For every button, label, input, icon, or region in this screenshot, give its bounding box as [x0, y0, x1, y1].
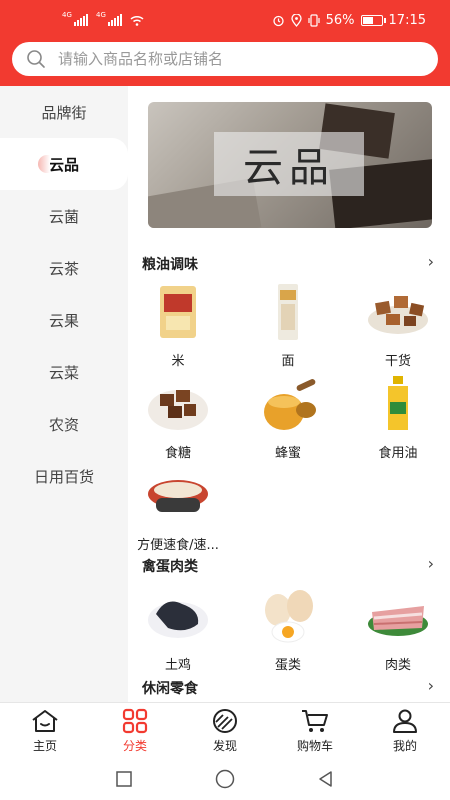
- system-nav-bar: [0, 758, 450, 800]
- battery-percent: 56%: [325, 12, 355, 28]
- category-item-honey[interactable]: 蜂蜜: [238, 372, 338, 461]
- category-item-dry-goods[interactable]: 干货: [348, 280, 448, 369]
- sidebar-item-label: 品牌街: [41, 103, 87, 122]
- instant-food-image: [146, 464, 210, 528]
- category-item-instant-food[interactable]: 方便速食/速...: [128, 464, 228, 553]
- banner-label: 云品: [243, 145, 335, 191]
- nav-category[interactable]: 分类: [90, 703, 180, 758]
- chevron-right-icon[interactable]: ›: [428, 252, 434, 271]
- category-item-chicken[interactable]: 土鸡: [128, 584, 228, 673]
- sidebar-item-yunguo[interactable]: 云果: [0, 294, 128, 346]
- search-icon: [27, 50, 45, 68]
- category-item-noodles[interactable]: 面: [238, 280, 338, 369]
- recents-button[interactable]: [114, 769, 134, 789]
- oil-bottle-image: [366, 372, 430, 436]
- nav-profile[interactable]: 我的: [360, 703, 450, 758]
- status-bar: 4G 4G 56% 17:15: [0, 0, 450, 40]
- sidebar-item-yuncha[interactable]: 云茶: [0, 242, 128, 294]
- nav-label: 分类: [122, 738, 147, 753]
- section-title: 粮油调味: [142, 257, 198, 273]
- sidebar-item-brand-street[interactable]: 品牌街: [0, 86, 128, 138]
- nav-label: 发现: [212, 738, 237, 753]
- sidebar-item-label: 云果: [48, 311, 79, 330]
- section-title: 禽蛋肉类: [142, 559, 198, 575]
- sidebar-item-label: 云菜: [48, 363, 79, 382]
- sidebar-item-label: 云品: [48, 155, 79, 174]
- category-item-label: 食用油: [378, 446, 418, 461]
- nav-cart[interactable]: 购物车: [270, 703, 360, 758]
- category-item-label: 食糖: [164, 446, 191, 461]
- category-item-label: 方便速食/速...: [137, 538, 219, 553]
- wifi-icon: [130, 15, 144, 26]
- category-content: 云品 粮油调味 › 米 面 干货 食糖 蜂蜜 食用油 方便速食/速... 禽蛋肉…: [128, 86, 450, 702]
- category-item-rice[interactable]: 米: [128, 280, 228, 369]
- discover-icon: [213, 708, 237, 733]
- category-item-label: 干货: [384, 354, 411, 369]
- sugar-image: [146, 372, 210, 436]
- user-icon: [393, 709, 417, 733]
- category-grid-icon: [122, 708, 148, 733]
- sidebar-item-yuncai[interactable]: 云菜: [0, 346, 128, 398]
- nav-label: 主页: [32, 738, 57, 753]
- noodles-pack-image: [256, 280, 320, 344]
- nav-home[interactable]: 主页: [0, 703, 90, 758]
- home-button[interactable]: [214, 768, 236, 790]
- category-item-label: 米: [171, 354, 185, 369]
- sidebar-item-label: 日用百货: [33, 467, 94, 486]
- signal-icon-2: 4G: [96, 11, 122, 26]
- section-title: 休闲零食: [142, 681, 198, 697]
- meat-image: [366, 584, 430, 648]
- sidebar-item-yunpin[interactable]: 云品: [0, 138, 128, 190]
- rice-bag-image: [146, 280, 210, 344]
- back-button[interactable]: [316, 769, 336, 789]
- battery-icon: [360, 14, 386, 26]
- nav-label: 购物车: [296, 738, 333, 753]
- home-icon: [32, 709, 58, 732]
- sidebar-item-nongzi[interactable]: 农资: [0, 398, 128, 450]
- search-input[interactable]: [58, 50, 398, 68]
- chevron-right-icon[interactable]: ›: [428, 554, 434, 573]
- alarm-icon: [272, 15, 284, 26]
- nav-discover[interactable]: 发现: [180, 703, 270, 758]
- nav-label: 我的: [392, 738, 417, 753]
- chevron-right-icon[interactable]: ›: [428, 676, 434, 695]
- sidebar-item-label: 云菌: [48, 207, 79, 226]
- category-sidebar: 品牌街 云品 云菌 云茶 云果 云菜 农资 日用百货: [0, 86, 128, 702]
- honey-jar-image: [256, 372, 320, 436]
- sidebar-item-yunjun[interactable]: 云菌: [0, 190, 128, 242]
- sidebar-item-label: 农资: [48, 415, 79, 434]
- category-item-meat[interactable]: 肉类: [348, 584, 448, 673]
- location-icon: [290, 13, 302, 27]
- category-item-cooking-oil[interactable]: 食用油: [348, 372, 448, 461]
- dry-goods-image: [366, 280, 430, 344]
- signal-icon: 4G: [62, 11, 88, 26]
- search-bar[interactable]: [12, 42, 438, 76]
- category-item-label: 面: [281, 354, 295, 369]
- bottom-nav: 主页 分类 发现 购物车 我的: [0, 702, 450, 758]
- category-item-label: 肉类: [384, 658, 411, 673]
- category-item-eggs[interactable]: 蛋类: [238, 584, 338, 673]
- eggs-image: [256, 584, 320, 648]
- sidebar-item-daily-goods[interactable]: 日用百货: [0, 450, 128, 502]
- category-item-label: 蛋类: [274, 658, 301, 673]
- vibrate-icon: [308, 13, 320, 27]
- sidebar-item-label: 云茶: [48, 259, 79, 278]
- category-item-label: 蜂蜜: [274, 446, 301, 461]
- clock: 17:15: [388, 12, 426, 28]
- category-item-sugar[interactable]: 食糖: [128, 372, 228, 461]
- app-header: 4G 4G 56% 17:15 请输入商品名称或店铺名: [0, 0, 450, 86]
- category-item-label: 土鸡: [164, 658, 191, 673]
- shopping-cart-icon: [302, 709, 328, 732]
- active-indicator: [38, 155, 50, 173]
- chicken-image: [146, 584, 210, 648]
- category-banner[interactable]: 云品: [148, 102, 432, 228]
